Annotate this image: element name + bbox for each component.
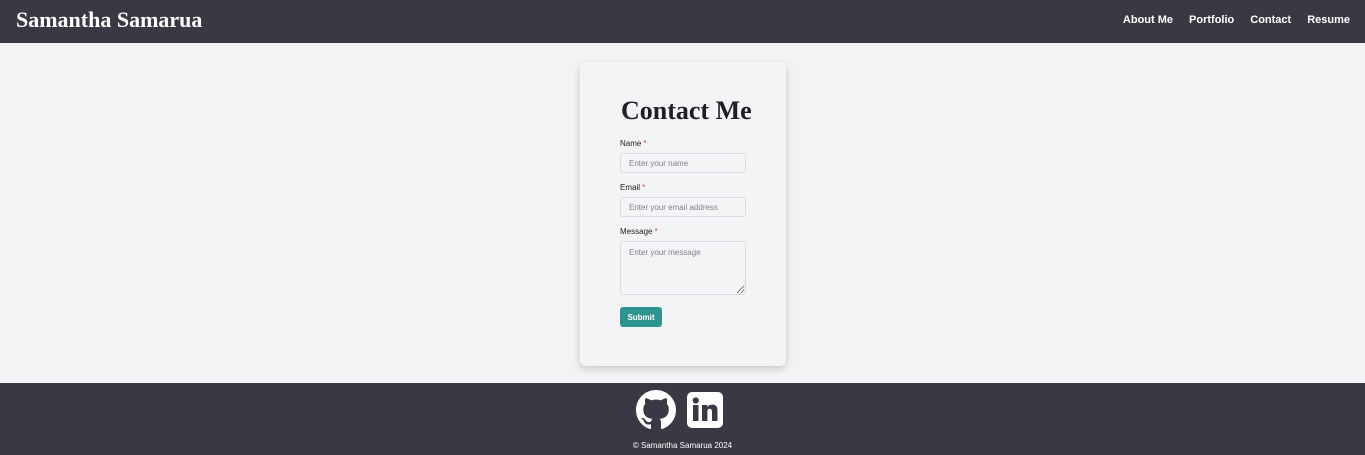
main-nav: About Me Portfolio Contact Resume <box>1123 14 1350 26</box>
submit-button[interactable]: Submit <box>620 307 662 327</box>
nav-link-contact[interactable]: Contact <box>1250 14 1291 26</box>
message-textarea[interactable] <box>620 241 746 295</box>
email-label-text: Email <box>620 183 641 192</box>
page-title: Contact Me <box>621 96 752 125</box>
nav-link-about-me[interactable]: About Me <box>1123 14 1173 26</box>
site-footer: © Samantha Samarua 2024 <box>0 383 1365 455</box>
required-marker: * <box>642 183 646 192</box>
message-label: Message * <box>620 227 658 236</box>
required-marker: * <box>654 227 658 236</box>
name-label-text: Name <box>620 139 642 148</box>
top-navbar: Samantha Samarua About Me Portfolio Cont… <box>0 0 1365 43</box>
message-label-text: Message <box>620 227 653 236</box>
required-marker: * <box>643 139 647 148</box>
copyright-text: © Samantha Samarua 2024 <box>632 441 733 450</box>
contact-card: Contact Me Name* Email* Message* Submit <box>580 62 786 366</box>
email-label: Email * <box>620 183 645 192</box>
linkedin-icon <box>687 392 723 428</box>
github-link[interactable] <box>636 390 676 430</box>
github-icon <box>636 390 676 430</box>
linkedin-link[interactable] <box>685 390 725 430</box>
social-links <box>636 390 725 430</box>
email-input[interactable] <box>620 197 746 217</box>
nav-link-portfolio[interactable]: Portfolio <box>1189 14 1234 26</box>
site-brand[interactable]: Samantha Samarua <box>16 7 202 33</box>
name-input[interactable] <box>620 153 746 173</box>
name-label: Name * <box>620 139 646 148</box>
nav-link-resume[interactable]: Resume <box>1307 14 1350 26</box>
